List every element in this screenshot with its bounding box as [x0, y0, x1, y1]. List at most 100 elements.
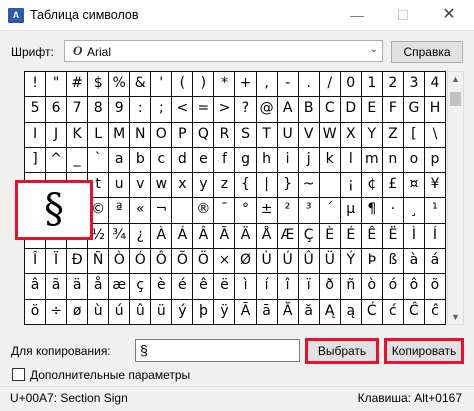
font-dropdown[interactable]: O Arial ⌄ [64, 40, 383, 62]
char-cell[interactable]: = [193, 97, 215, 123]
char-cell[interactable]: k [319, 147, 341, 174]
char-cell[interactable]: | [256, 173, 278, 199]
char-cell[interactable]: y [193, 173, 215, 199]
char-cell[interactable]: Y [361, 122, 383, 148]
copy-field[interactable]: § [135, 339, 300, 362]
advanced-checkbox[interactable] [12, 368, 25, 381]
char-cell[interactable]: " [46, 72, 68, 98]
char-cell[interactable]: N [130, 122, 152, 148]
char-cell[interactable]: ± [256, 198, 278, 224]
char-cell[interactable]: ç [130, 274, 152, 300]
char-cell[interactable]: e [193, 147, 215, 174]
char-cell[interactable]: Ą [319, 299, 341, 325]
char-cell[interactable]: x [172, 173, 194, 199]
char-cell[interactable]: a [109, 147, 131, 174]
char-cell[interactable]: T [256, 122, 278, 148]
char-cell[interactable]: ý [172, 299, 194, 325]
char-cell[interactable]: Ò [109, 249, 131, 275]
char-cell[interactable]: Ä [235, 223, 257, 250]
char-cell[interactable]: È [319, 223, 341, 250]
char-cell[interactable]: ª [109, 198, 131, 224]
char-cell[interactable]: l [340, 147, 362, 174]
char-cell[interactable]: ; [151, 97, 173, 123]
char-cell[interactable]: ú [109, 299, 131, 325]
char-cell[interactable]: ø [67, 299, 89, 325]
char-cell[interactable]: ă [298, 299, 320, 325]
char-cell[interactable]: I [25, 122, 47, 148]
select-button[interactable]: Выбрать [305, 338, 379, 364]
char-cell[interactable]: + [235, 72, 257, 98]
char-cell[interactable]: & [130, 72, 152, 98]
char-cell[interactable]: ä [67, 274, 89, 300]
char-cell[interactable]: á [424, 249, 446, 275]
char-cell[interactable]: p [424, 147, 446, 174]
char-cell[interactable]: Å [256, 223, 278, 250]
char-cell[interactable]: ĉ [424, 299, 446, 325]
char-cell[interactable]: å [88, 274, 110, 300]
char-cell[interactable]: Ç [298, 223, 320, 250]
char-cell[interactable]: ¿ [130, 223, 152, 250]
char-cell[interactable]: × [214, 249, 236, 275]
char-cell[interactable]: £ [382, 173, 404, 199]
char-cell[interactable]: Þ [361, 249, 383, 275]
char-cell[interactable]: 9 [109, 97, 131, 123]
char-cell[interactable]: c [151, 147, 173, 174]
char-cell[interactable]: Í [424, 223, 446, 250]
char-cell[interactable]: Q [193, 122, 215, 148]
char-cell[interactable]: Z [382, 122, 404, 148]
char-cell[interactable]: f [214, 147, 236, 174]
char-cell[interactable]: F [382, 97, 404, 123]
char-cell[interactable]: ¬ [151, 198, 173, 224]
char-cell[interactable]: ¢ [361, 173, 383, 199]
char-cell[interactable]: Ï [46, 249, 68, 275]
char-cell[interactable]: M [109, 122, 131, 148]
char-cell[interactable]: 6 [46, 97, 68, 123]
char-cell[interactable]: h [256, 147, 278, 174]
char-cell[interactable]: g [235, 147, 257, 174]
char-cell[interactable]: U [277, 122, 299, 148]
char-cell[interactable]: í [256, 274, 278, 300]
char-cell[interactable]: ñ [340, 274, 362, 300]
char-cell[interactable]: ² [277, 198, 299, 224]
char-cell[interactable]: É [340, 223, 362, 250]
char-cell[interactable]: Ã [214, 223, 236, 250]
char-cell[interactable]: é [172, 274, 194, 300]
char-cell[interactable]: C [319, 97, 341, 123]
char-cell[interactable]: Ć [361, 299, 383, 325]
char-cell[interactable]: ć [382, 299, 404, 325]
char-cell[interactable]: ï [298, 274, 320, 300]
char-cell[interactable]: æ [109, 274, 131, 300]
char-cell[interactable]: O [151, 122, 173, 148]
char-cell[interactable] [172, 198, 194, 224]
char-cell[interactable]: R [214, 122, 236, 148]
char-cell[interactable]: î [277, 274, 299, 300]
char-cell[interactable]: % [109, 72, 131, 98]
char-cell[interactable]: 8 [88, 97, 110, 123]
minimize-icon[interactable]: — [334, 0, 380, 31]
char-cell[interactable]: ā [256, 299, 278, 325]
char-cell[interactable]: ¡ [340, 173, 362, 199]
char-cell[interactable]: Ā [235, 299, 257, 325]
char-cell[interactable]: ` [88, 147, 110, 174]
char-cell[interactable]: ó [382, 274, 404, 300]
char-cell[interactable]: ì [235, 274, 257, 300]
char-cell[interactable]: ß [382, 249, 404, 275]
char-cell[interactable]: ã [46, 274, 68, 300]
char-cell[interactable]: Î [25, 249, 47, 275]
char-cell[interactable]: à [403, 249, 425, 275]
char-cell[interactable]: ¾ [109, 223, 131, 250]
char-cell[interactable]: S [235, 122, 257, 148]
help-button[interactable]: Справка [391, 41, 463, 63]
chevron-down-icon[interactable]: ⌄ [370, 44, 378, 55]
char-cell[interactable]: W [319, 122, 341, 148]
char-cell[interactable]: ¯ [214, 198, 236, 224]
char-cell[interactable]: V [298, 122, 320, 148]
char-cell[interactable]: w [151, 173, 173, 199]
char-cell[interactable]: Â [193, 223, 215, 250]
char-cell[interactable]: ° [235, 198, 257, 224]
char-cell[interactable]: L [88, 122, 110, 148]
char-cell[interactable]: ü [151, 299, 173, 325]
char-cell[interactable]: _ [67, 147, 89, 174]
char-cell[interactable]: û [130, 299, 152, 325]
char-cell[interactable]: ô [403, 274, 425, 300]
